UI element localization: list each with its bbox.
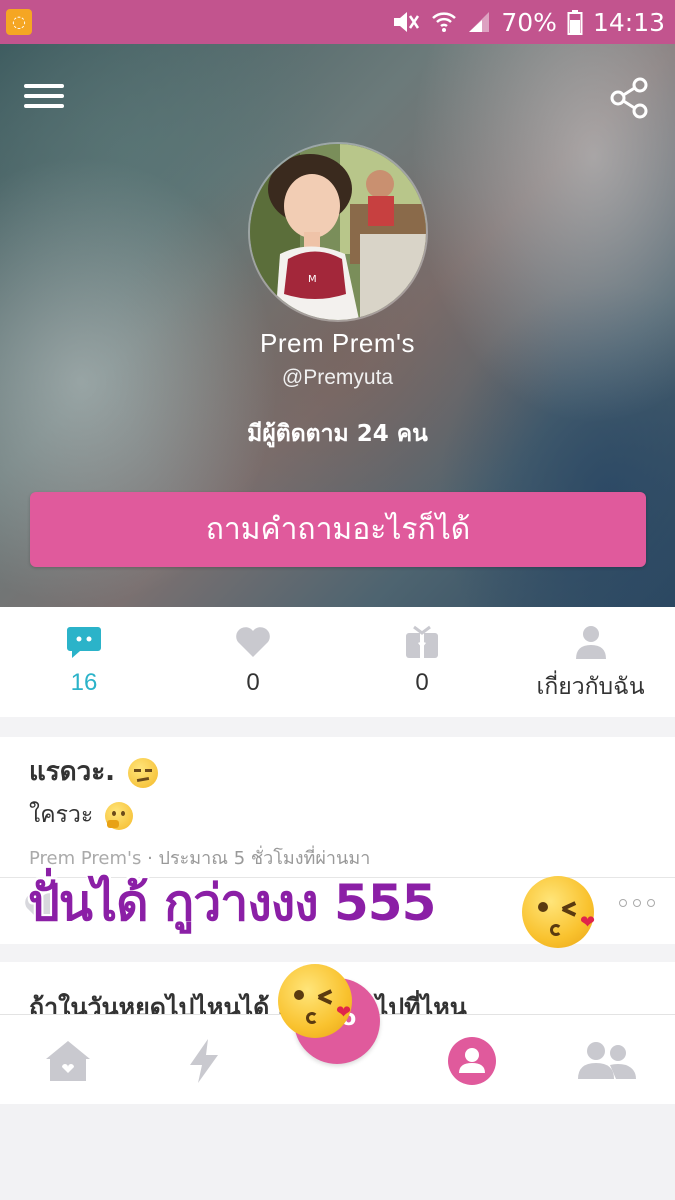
ask-question-button[interactable]: ถามคำถามอะไรก็ได้: [30, 492, 646, 567]
person-icon: [575, 626, 606, 659]
heart-icon: [236, 627, 270, 657]
status-bar: ◌ 70% 14:13: [0, 0, 675, 44]
profile-handle: @Premyuta: [281, 366, 394, 389]
smirk-emoji-icon: [128, 757, 159, 788]
menu-button[interactable]: [24, 82, 64, 110]
friends-icon[interactable]: [574, 1033, 640, 1089]
more-options-button[interactable]: [619, 899, 655, 907]
profile-icon[interactable]: [444, 1033, 500, 1089]
about-me-label: เกี่ยวกับฉัน: [536, 674, 645, 700]
bolt-icon[interactable]: [176, 1033, 232, 1089]
battery-icon: [567, 10, 583, 35]
app-screen: ◌ 70% 14:13 M Prem Prem's @Premyuta มีผู…: [0, 0, 675, 1200]
clock: 14:13: [592, 7, 665, 37]
kiss-emoji-icon: ❤: [522, 876, 595, 948]
empty-area: [0, 1104, 675, 1200]
chat-bubble-icon: [67, 627, 101, 658]
wifi-icon: [432, 12, 457, 32]
likes-count: 0: [246, 669, 260, 696]
signal-icon: [469, 12, 490, 32]
followers-count[interactable]: มีผู้ติดตาม 24 คน: [0, 416, 675, 452]
gifts-count: 0: [415, 669, 429, 696]
tab-about-me[interactable]: เกี่ยวกับฉัน: [506, 607, 675, 717]
kiss-emoji-icon-2: ❤: [278, 964, 352, 1038]
answer-text: ใครวะ: [29, 797, 133, 833]
mute-icon: [394, 12, 420, 32]
tab-answers[interactable]: 16: [0, 607, 168, 717]
profile-header: M Prem Prem's @Premyuta มีผู้ติดตาม 24 ค…: [0, 44, 675, 607]
hamburger-icon: [24, 84, 64, 88]
question-title[interactable]: แรดวะ.: [29, 751, 159, 792]
overlay-caption: ปั่นได้ กูว่างงง 555: [28, 874, 436, 932]
dot-icon: [619, 899, 627, 907]
notification-app-icon: ◌: [6, 9, 32, 35]
home-icon[interactable]: [40, 1033, 96, 1089]
profile-name: Prem Prem's: [260, 328, 415, 358]
tab-likes[interactable]: 0: [168, 607, 338, 717]
thinking-emoji-icon: [104, 801, 133, 830]
share-icon[interactable]: [608, 76, 652, 120]
avatar[interactable]: M: [248, 142, 428, 322]
gift-icon: [406, 625, 438, 658]
answers-count: 16: [70, 669, 98, 696]
svg-text:M: M: [308, 274, 317, 285]
battery-percent: 70%: [501, 7, 557, 37]
tab-gifts[interactable]: 0: [338, 607, 506, 717]
profile-tabs: 16 0 0 เกี่ยวกับฉัน: [0, 607, 675, 717]
avatar-photo: M: [250, 144, 426, 320]
